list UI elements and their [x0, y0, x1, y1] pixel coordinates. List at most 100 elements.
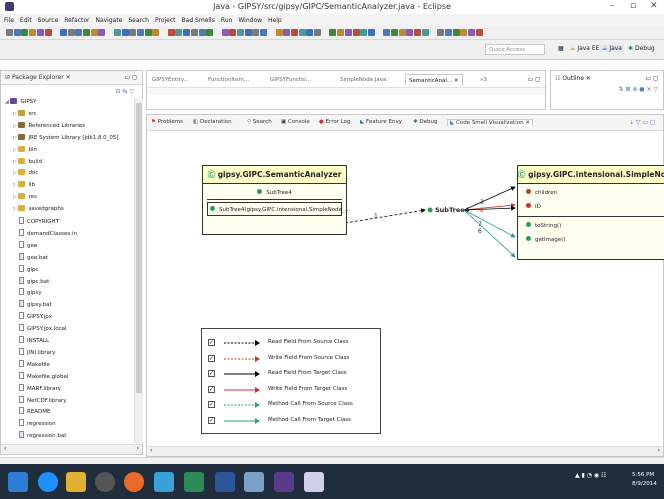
tree-item[interactable]: Makefile.global: [19, 371, 68, 380]
tree-scrollbar[interactable]: [134, 98, 143, 443]
toolbar-button-icon[interactable]: [129, 29, 137, 36]
toolbar-button-icon[interactable]: [352, 29, 360, 36]
legend-checkbox[interactable]: ✓: [208, 339, 215, 346]
view-menu-icon[interactable]: ⇣ ▽ ▭ ◻: [629, 119, 655, 126]
toolbar-button-icon[interactable]: [306, 29, 314, 36]
scroll-left-icon[interactable]: ‹: [4, 445, 6, 452]
tree-item[interactable]: regression.bat: [19, 431, 66, 439]
toolbar-button-icon[interactable]: [360, 29, 368, 36]
editor-tab-gipsyfunction[interactable]: GIPSYFunctio...: [267, 74, 314, 86]
scroll-right-icon[interactable]: ›: [658, 447, 660, 454]
toolbar-button-icon[interactable]: [59, 29, 67, 36]
toolbar-button-icon[interactable]: [136, 29, 144, 36]
tab-search[interactable]: ⚲ Search: [247, 119, 272, 125]
toolbar-button-icon[interactable]: [460, 29, 468, 36]
editor-tab-functionitem[interactable]: FunctionItem...: [205, 74, 252, 86]
tree-item[interactable]: MARF.library: [19, 383, 61, 392]
eclipse-task-icon[interactable]: [274, 472, 294, 492]
toolbar-button-icon[interactable]: [183, 29, 191, 36]
toolbar-button-icon[interactable]: [298, 29, 306, 36]
scroll-right-icon[interactable]: ›: [137, 445, 139, 452]
toolbar-button-icon[interactable]: [452, 29, 460, 36]
open-perspective-icon[interactable]: ▦: [558, 45, 564, 52]
tray-icons[interactable]: ▲ ▮ ◔ ◉ ☷: [575, 472, 606, 479]
toolbar-button-icon[interactable]: [36, 29, 44, 36]
tree-item[interactable]: gipsy: [19, 288, 42, 296]
tree-scroll-thumb[interactable]: [136, 103, 142, 393]
toolbar-button-icon[interactable]: [314, 29, 321, 36]
tree-item[interactable]: ◢ GIPSY: [5, 98, 37, 105]
package-explorer-tab[interactable]: ⊞ Package Explorer ✕ ▭ ◻: [1, 71, 142, 85]
target-method-getimage[interactable]: getImage(): [518, 233, 664, 247]
toolbar-button-icon[interactable]: [190, 29, 198, 36]
menu-refactor[interactable]: Refactor: [64, 17, 89, 24]
legend-checkbox[interactable]: ✓: [208, 385, 215, 393]
tree-item[interactable]: ▷ bin: [13, 145, 37, 153]
toolbar-button-icon[interactable]: [44, 29, 52, 36]
source-class-box[interactable]: Ⓒ gipsy.GIPC.SemanticAnalyzer SubTree4 S…: [202, 165, 350, 235]
toolbar-button-icon[interactable]: [67, 29, 75, 36]
tree-hscrollbar[interactable]: ‹ ›: [1, 444, 142, 454]
tree-item[interactable]: ▷ JRE System Library [jdk1.8.0_05]: [13, 133, 119, 141]
tree-item[interactable]: gipsy.bat: [19, 300, 52, 308]
toolbar-button-icon[interactable]: [290, 29, 298, 36]
ie-icon[interactable]: [38, 472, 58, 492]
menu-bad-smells[interactable]: Bad Smells: [182, 17, 215, 24]
toolbar-button-icon[interactable]: [468, 29, 475, 36]
tree-item[interactable]: regression: [19, 419, 56, 427]
source-field-row[interactable]: SubTree4: [207, 186, 342, 200]
toolbar-button-icon[interactable]: [90, 29, 98, 36]
toolbar-button-icon[interactable]: [283, 29, 291, 36]
toolbar-button-icon[interactable]: [421, 29, 429, 36]
toolbar-button-icon[interactable]: [475, 29, 483, 36]
tree-item[interactable]: gipc.bat: [19, 276, 49, 285]
toolbar-button-icon[interactable]: [275, 29, 283, 36]
toolbar-button-icon[interactable]: [152, 29, 160, 36]
menu-window[interactable]: Window: [238, 17, 262, 24]
source-method-row[interactable]: SubTree4(gipsy.GIPC.intensional.SimpleNo…: [207, 202, 350, 216]
tab-feature-envy[interactable]: ◣ Feature Envy: [360, 119, 402, 125]
toolbar-button-icon[interactable]: [29, 29, 37, 36]
outline-toolbar-icons[interactable]: ⇅ ⊠ ⊗ ● ✕ ▽: [619, 86, 659, 93]
clock-time[interactable]: 5:56 PM: [632, 472, 654, 478]
media-icon[interactable]: [95, 472, 115, 492]
tab-debug[interactable]: ✱ Debug: [413, 119, 437, 125]
menu-project[interactable]: Project: [155, 17, 176, 24]
tree-item[interactable]: gee: [19, 240, 37, 249]
tab-console[interactable]: ▣ Console: [281, 119, 310, 125]
excel-icon[interactable]: [184, 472, 204, 492]
toolbar-button-icon[interactable]: [121, 29, 129, 36]
toolbar-button-icon[interactable]: [113, 29, 121, 36]
toolbar-button-icon[interactable]: [437, 29, 445, 36]
tree-item[interactable]: GIPSY.jpx: [19, 312, 52, 320]
perspective-debug[interactable]: ✱ Debug: [628, 45, 655, 52]
toolbar-button-icon[interactable]: [337, 29, 345, 36]
toolbar-button-icon[interactable]: [367, 29, 375, 36]
tree-item[interactable]: README: [19, 407, 51, 415]
explorer-icon[interactable]: [66, 472, 86, 492]
quick-access-input[interactable]: Quick Access: [485, 44, 545, 55]
tab-code-smell-visualization[interactable]: ◣ Code Smell Visualization ✕: [447, 119, 533, 126]
editor-tab-semanticanalyzer[interactable]: SemanticAnal... ✕: [405, 74, 463, 86]
legend-checkbox[interactable]: ✓: [208, 401, 215, 408]
tree-item[interactable]: ▷ doc: [13, 169, 38, 176]
toolbar-button-icon[interactable]: [198, 29, 206, 36]
target-field-children[interactable]: children: [518, 186, 664, 200]
toolbar-button-icon[interactable]: [229, 29, 237, 36]
toolbar-button-icon[interactable]: [244, 29, 252, 36]
editor-hscrollbar[interactable]: [147, 87, 545, 95]
tree-item[interactable]: JINI.library: [19, 347, 55, 356]
toolbar-button-icon[interactable]: [83, 29, 90, 36]
app-icon[interactable]: [154, 472, 174, 492]
toolbar-button-icon[interactable]: [237, 29, 244, 36]
legend-checkbox[interactable]: ✓: [208, 416, 215, 424]
toolbar-button-icon[interactable]: [329, 29, 337, 36]
minimize-button[interactable]: –: [610, 1, 615, 11]
editor-tab-simplenode[interactable]: SimpleNode.java: [337, 74, 389, 86]
perspective-java-ee[interactable]: ☕ Java EE: [570, 45, 599, 52]
editor-tab-overflow[interactable]: »3: [477, 74, 490, 86]
toolbar-button-icon[interactable]: [221, 29, 229, 36]
toolbar-button-icon[interactable]: [383, 29, 391, 36]
minimize-view-icon[interactable]: ▭ ◻: [124, 71, 137, 85]
toolbar-button-icon[interactable]: [6, 29, 13, 36]
